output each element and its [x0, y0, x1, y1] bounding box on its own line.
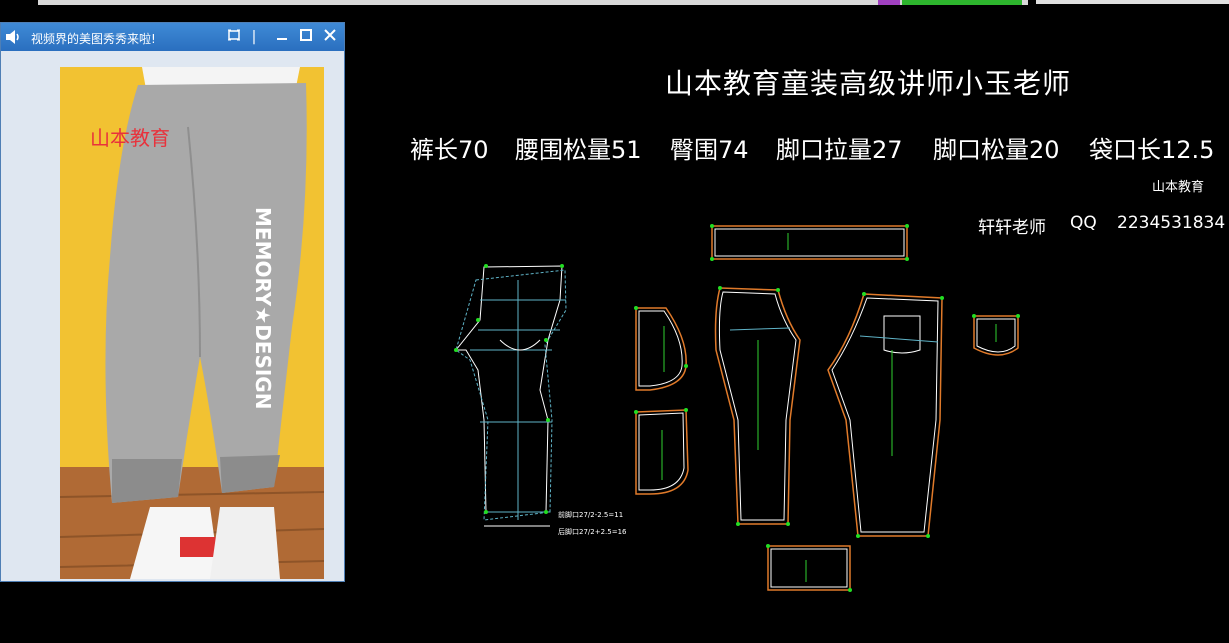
pocket-bag-lower: [635, 409, 689, 495]
note-back-hem: 后脚口27/2+2.5=16: [558, 528, 627, 536]
pattern-drawing-canvas[interactable]: [0, 0, 1229, 643]
waistband-piece: [711, 225, 908, 260]
back-pants-piece: [827, 293, 943, 537]
pattern-points: [454, 224, 1020, 592]
note-front-hem: 前脚口27/2-2.5=11: [558, 511, 624, 519]
back-pocket-piece: [973, 315, 1019, 356]
hem-cuff-piece: [767, 545, 851, 591]
front-pants-piece: [714, 287, 801, 525]
pocket-bag-upper: [635, 307, 687, 391]
draft-pattern: [454, 265, 567, 527]
